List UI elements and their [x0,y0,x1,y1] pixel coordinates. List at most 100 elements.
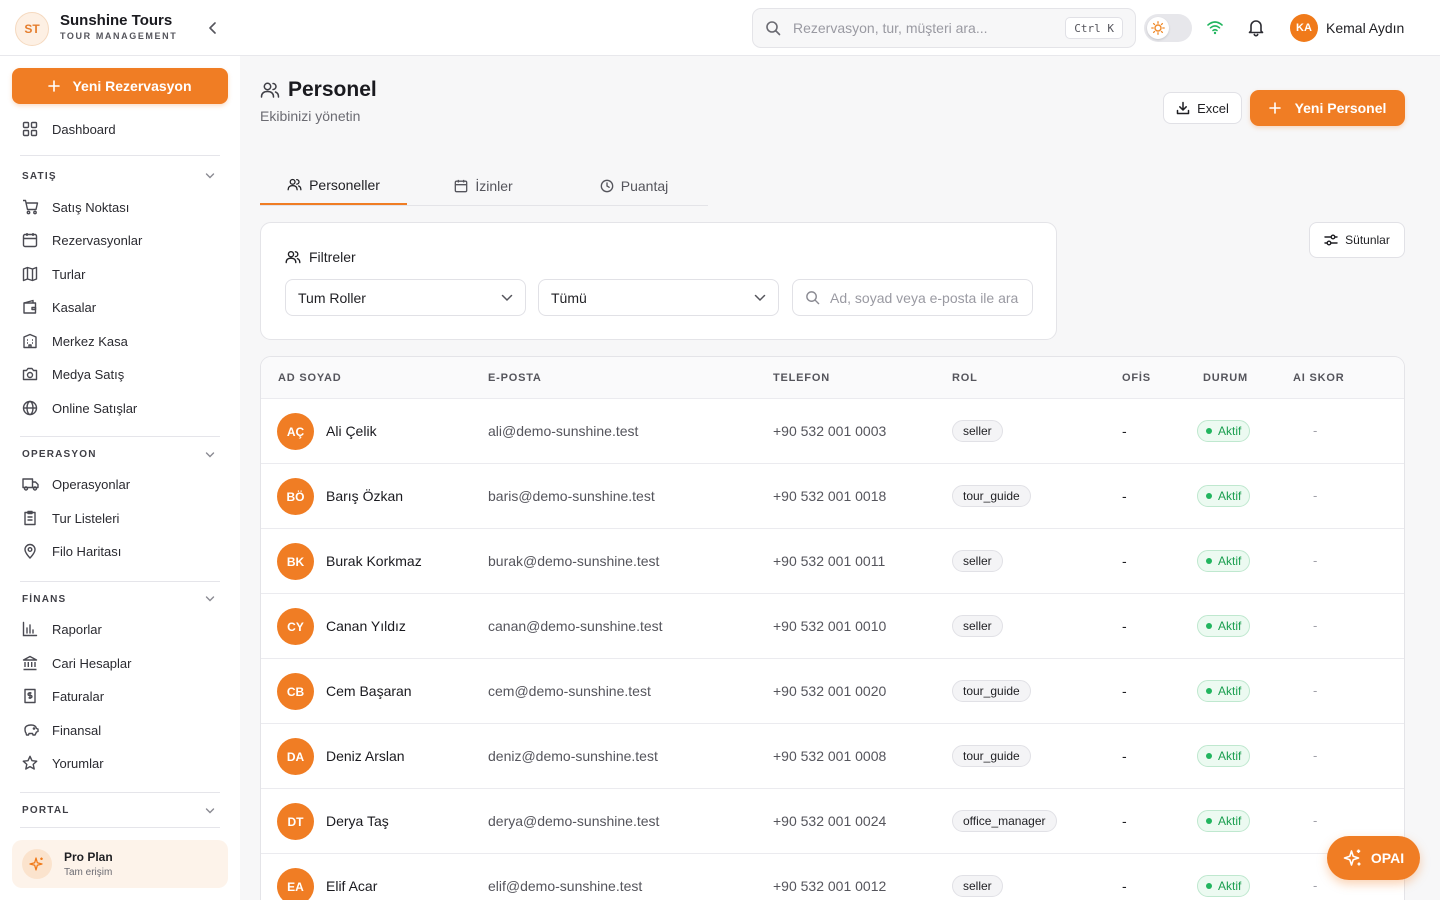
table-row[interactable]: DA Deniz Arslan deniz@demo-sunshine.test +9… [261,724,1404,789]
plan-card[interactable]: Pro Plan Tam erişim [12,840,228,888]
sidebar-collapse-button[interactable] [204,18,222,38]
sidebar-item-tur-listeleri[interactable]: Tur Listeleri [20,505,119,531]
avatar: EA [277,868,314,900]
staff-name[interactable]: Ali Çelik [326,423,377,439]
sidebar-item-filo-haritasi[interactable]: Filo Haritası [20,538,121,564]
sidebar-item-raporlar[interactable]: Raporlar [20,616,102,642]
staff-name[interactable]: Derya Taş [326,813,389,829]
divider [20,155,220,156]
map-pin-icon [20,541,40,561]
users-icon [287,178,302,191]
table-row[interactable]: CY Canan Yıldız canan@demo-sunshine.test +9… [261,594,1404,659]
avatar: BK [277,543,314,580]
theme-toggle[interactable] [1144,14,1192,42]
search-placeholder: Rezervasyon, tur, müşteri ara... [793,20,988,36]
ai-score: - [1313,488,1318,503]
sidebar-item-dashboard[interactable]: Dashboard [20,116,116,142]
avatar: DA [277,738,314,775]
staff-email: ali@demo-sunshine.test [488,423,639,439]
sidebar-item-merkez-kasa[interactable]: Merkez Kasa [20,328,128,354]
ai-score: - [1313,878,1318,893]
status-label: Aktif [1218,489,1242,503]
column-header[interactable]: TELEFON [773,372,830,384]
status-label: Aktif [1218,424,1242,438]
sliders-icon [1324,234,1338,246]
columns-button[interactable]: Sütunlar [1309,222,1405,258]
sidebar-item-turlar[interactable]: Turlar [20,261,85,287]
table-row[interactable]: EA Elif Acar elif@demo-sunshine.test +90 53… [261,854,1404,900]
staff-name[interactable]: Deniz Arslan [326,748,405,764]
status-dot [1206,428,1212,434]
chevron-down-icon[interactable] [205,451,215,459]
divider [20,581,220,582]
staff-name[interactable]: Barış Özkan [326,488,403,504]
staff-name[interactable]: Burak Korkmaz [326,553,422,569]
status-badge: Aktif [1197,745,1251,767]
status-dot [1206,688,1212,694]
column-header[interactable]: AI SKOR [1293,372,1344,384]
sidebar-item-label: Satış Noktası [52,199,130,215]
status-filter-select[interactable]: Tümü [538,279,779,316]
download-icon [1176,101,1190,115]
role-filter-select[interactable]: Tum Roller [285,279,526,316]
global-search-input[interactable]: Rezervasyon, tur, müşteri ara... Ctrl K [752,8,1136,48]
status-label: Aktif [1218,619,1242,633]
ai-assistant-button[interactable]: OPAI [1327,836,1420,880]
building-icon [20,331,40,351]
new-reservation-button[interactable]: Yeni Rezervasyon [12,68,228,104]
table-row[interactable]: DT Derya Taş derya@demo-sunshine.test +90 5… [261,789,1404,854]
table-row[interactable]: BK Burak Korkmaz burak@demo-sunshine.test +… [261,529,1404,594]
table-row[interactable]: AÇ Ali Çelik ali@demo-sunshine.test +90 532… [261,399,1404,464]
sidebar: Yeni Rezervasyon Dashboard SATIŞ Satış N… [0,56,240,900]
sparkle-icon [22,849,52,879]
column-header[interactable]: AD SOYAD [278,372,341,384]
sidebar-item-label: Online Satışlar [52,400,138,416]
filters-title: Filtreler [309,249,356,265]
table-row[interactable]: BÖ Barış Özkan baris@demo-sunshine.test +90… [261,464,1404,529]
new-staff-button[interactable]: Yeni Personel [1250,90,1405,126]
sidebar-item-online-satislar[interactable]: Online Satışlar [20,395,137,421]
sidebar-item-kasalar[interactable]: Kasalar [20,294,96,320]
sidebar-item-finansal[interactable]: Finansal [20,717,101,743]
sidebar-item-faturalar[interactable]: Faturalar [20,683,104,709]
table-row[interactable]: CB Cem Başaran cem@demo-sunshine.test +90 5… [261,659,1404,724]
tab-label: İzinler [475,178,513,194]
sidebar-item-cari-hesaplar[interactable]: Cari Hesaplar [20,650,131,676]
page-title: Personel [288,78,377,101]
staff-name[interactable]: Canan Yıldız [326,618,406,634]
status-dot [1206,883,1212,889]
export-excel-button[interactable]: Excel [1163,92,1242,124]
user-name[interactable]: Kemal Aydın [1326,20,1404,36]
staff-name[interactable]: Elif Acar [326,878,377,894]
tab-personeller[interactable]: Personeller [260,166,407,205]
tab-puantaj[interactable]: Puantaj [560,166,708,206]
truck-icon [20,474,40,494]
column-header[interactable]: OFİS [1122,372,1151,384]
column-header[interactable]: E-POSTA [488,372,542,384]
sidebar-item-medya-satis[interactable]: Medya Satış [20,361,124,387]
user-avatar[interactable]: KA [1290,14,1318,42]
chevron-down-icon[interactable] [205,807,215,815]
bell-icon[interactable] [1247,18,1265,37]
filters-heading: Filtreler [285,249,356,265]
section-label-portal: PORTAL [22,805,70,816]
column-header[interactable]: DURUM [1203,372,1248,384]
sidebar-item-operasyonlar[interactable]: Operasyonlar [20,471,130,497]
chevron-down-icon[interactable] [205,172,215,180]
staff-phone: +90 532 001 0010 [773,618,887,634]
staff-search-input[interactable]: Ad, soyad veya e-posta ile ara [792,279,1033,316]
sidebar-item-rezervasyonlar[interactable]: Rezervasyonlar [20,227,142,253]
status-badge: Aktif [1197,420,1251,442]
sidebar-item-label: Yorumlar [52,755,104,771]
brand-name: Sunshine Tours [60,12,173,29]
sidebar-item-label: Dashboard [52,121,116,137]
sidebar-item-yorumlar[interactable]: Yorumlar [20,750,104,776]
column-header[interactable]: ROL [952,372,978,384]
divider [20,792,220,793]
role-badge: tour_guide [952,485,1031,507]
tab-izinler[interactable]: İzinler [409,166,558,206]
calendar-icon [20,230,40,250]
chevron-down-icon[interactable] [205,595,215,603]
staff-name[interactable]: Cem Başaran [326,683,412,699]
sidebar-item-satis-noktasi[interactable]: Satış Noktası [20,194,129,220]
